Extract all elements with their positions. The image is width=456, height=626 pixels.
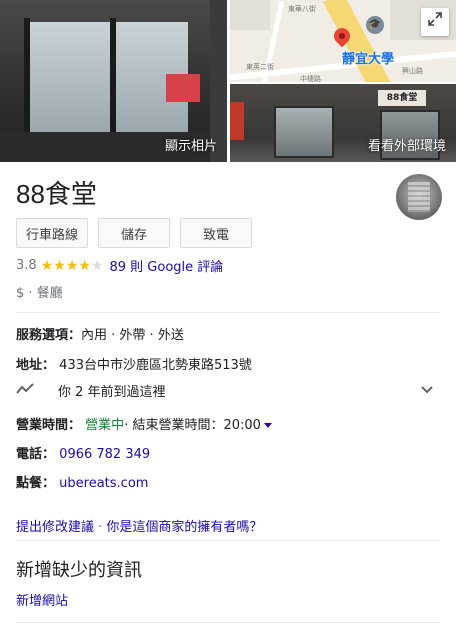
rating-row: 3.8 ★ ★ ★ ★ ★ 89 則 Google 評論 [16,256,223,275]
separator: · [94,520,107,535]
order-link[interactable]: ubereats.com [59,476,148,491]
trending-icon [16,383,34,394]
rating-stars: ★ ★ ★ ★ ★ [41,259,104,273]
address-value: 433台中市沙鹿區北勢東路513號 [59,358,252,373]
visit-text: 你 2 年前到過這裡 [58,385,166,400]
map-poi-label: 靜宜大學 [342,52,395,67]
title-row: 88食堂 [16,174,97,211]
university-icon: 🎓 [366,16,384,34]
star-icon: ★ [65,257,79,274]
call-button[interactable]: 致電 [180,218,252,248]
suggest-edit-row: 提出修改建議 · 你是這個商家的擁有者嗎？ [16,516,262,535]
place-title: 88食堂 [16,179,97,209]
red-poster [166,74,200,102]
address-label: 地址 [16,358,43,373]
owner-claim-link[interactable]: 你是這個商家的擁有者嗎？ [106,520,262,535]
service-options: 服務選項：內用 · 外帶 · 外送 [16,328,184,343]
phone-value[interactable]: 0966 782 349 [59,447,150,462]
directions-button[interactable]: 行車路線 [16,218,88,248]
order-label: 點餐 [16,476,43,491]
storefront-window [28,22,188,132]
reviews-link[interactable]: 89 則 Google 評論 [110,256,224,275]
expand-icon [428,12,442,26]
hours-dropdown-icon[interactable] [263,423,272,428]
save-button[interactable]: 儲存 [98,218,170,248]
open-status: 營業中 [85,418,125,433]
show-photos-label[interactable]: 顯示相片 [165,135,217,154]
chevron-down-icon[interactable] [420,382,434,396]
service-label: 服務選項 [16,328,69,343]
service-value: 內用 · 外帶 · 外送 [81,328,184,343]
divider [16,540,440,541]
star-icon: ★ [40,257,54,274]
street-view-label[interactable]: 看看外部環境 [368,135,446,154]
divider [16,622,440,623]
price-category: $ · 餐廳 [16,286,63,301]
hours-close[interactable]: · 結束營業時間：20:00 [124,418,261,433]
rating-score: 3.8 [16,258,37,273]
suggest-edit-link[interactable]: 提出修改建議 [16,520,94,535]
visit-history-row[interactable]: 你 2 年前到過這裡 [16,380,440,400]
order: 點餐： ubereats.com [16,476,149,491]
storefront-sign: 88食堂 [378,90,426,106]
place-thumbnail[interactable] [396,174,442,220]
missing-info-title: 新增缺少的資訊 [16,560,142,581]
hours-label: 營業時間 [16,418,69,433]
star-icon: ★ [53,257,66,274]
add-website-link[interactable]: 新增網站 [16,590,68,609]
action-buttons: 行車路線 儲存 致電 [16,218,252,248]
phone: 電話： 0966 782 349 [16,447,151,462]
street-view-photo[interactable]: 88食堂 看看外部環境 [230,84,456,162]
hours: 營業時間： 營業中· 結束營業時間：20:00 [16,414,272,433]
expand-map-icon[interactable] [421,8,449,36]
star-icon: ★ [90,257,104,274]
main-photo[interactable]: 顯示相片 [0,0,227,162]
photo-header: 顯示相片 東英二街 東華八街 興山路 中棲路 🎓 靜宜大學 88食堂 看看外部環… [0,0,456,162]
phone-label: 電話 [16,447,43,462]
divider [16,312,440,313]
address: 地址： 433台中市沙鹿區北勢東路513號 [16,358,252,373]
star-icon: ★ [78,257,91,274]
